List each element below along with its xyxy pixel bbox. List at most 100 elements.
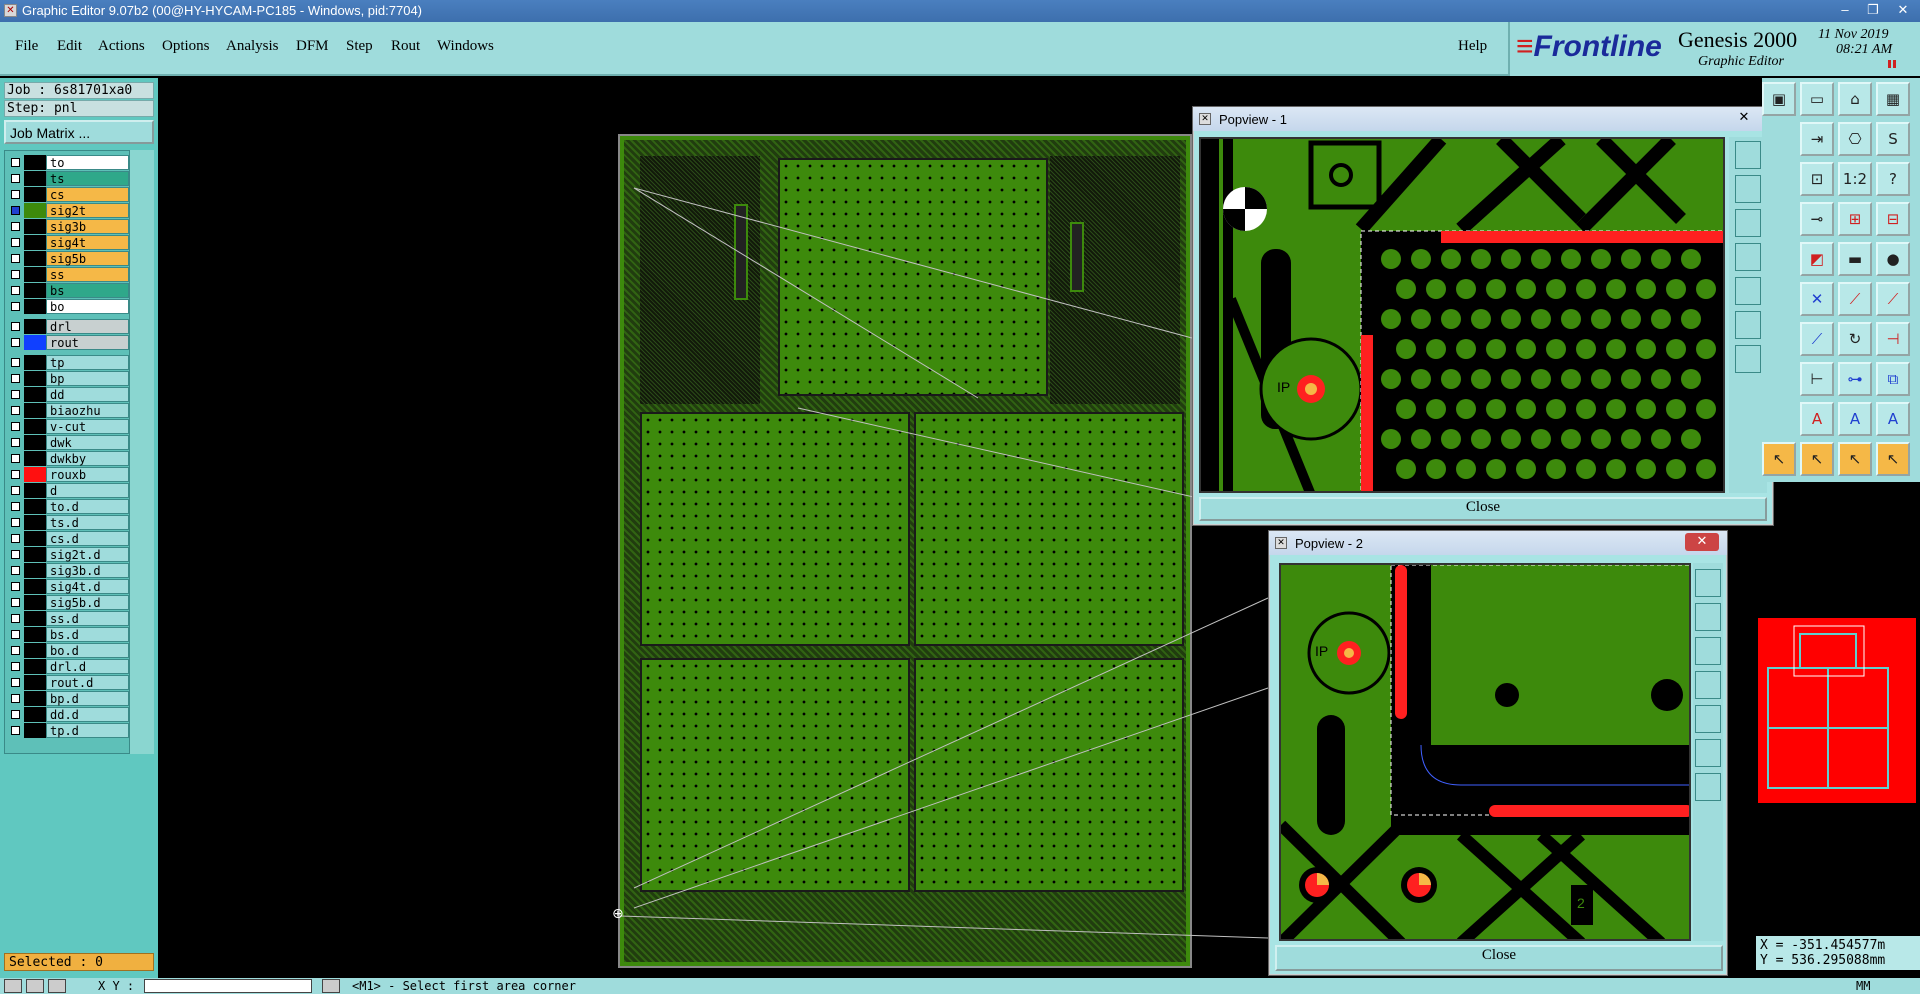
tool-cross-icon[interactable]: ✕ [1800, 282, 1834, 316]
layer-row-bo.d[interactable]: bo.d [7, 643, 129, 658]
layer-color-swatch[interactable] [24, 187, 46, 202]
layer-name[interactable]: sig5b [46, 251, 129, 266]
menu-edit[interactable]: Edit [57, 38, 82, 55]
layer-color-swatch[interactable] [24, 299, 46, 314]
popview-1-view[interactable]: IP [1199, 137, 1725, 493]
layer-color-swatch[interactable] [24, 319, 46, 334]
layer-name[interactable]: v-cut [46, 419, 129, 434]
pv1-zoom-fit-icon[interactable] [1735, 141, 1761, 169]
layer-checkbox[interactable] [11, 518, 20, 527]
status-tool-1-icon[interactable] [4, 979, 22, 993]
layer-checkbox[interactable] [11, 302, 20, 311]
layer-color-swatch[interactable] [24, 355, 46, 370]
pv1-pan-down-icon[interactable] [1735, 209, 1761, 237]
layer-color-swatch[interactable] [24, 419, 46, 434]
menu-file[interactable]: File [15, 38, 38, 55]
layer-checkbox[interactable] [11, 678, 20, 687]
layer-checkbox[interactable] [11, 726, 20, 735]
layer-name[interactable]: bo [46, 299, 129, 314]
layer-name[interactable]: rouxb [46, 467, 129, 482]
layer-checkbox[interactable] [11, 502, 20, 511]
layer-name[interactable]: dd.d [46, 707, 129, 722]
layer-checkbox[interactable] [11, 390, 20, 399]
layer-checkbox[interactable] [11, 454, 20, 463]
pv1-pan-right-icon[interactable] [1735, 277, 1761, 305]
layer-checkbox[interactable] [11, 582, 20, 591]
layer-checkbox[interactable] [11, 630, 20, 639]
status-tool-3-icon[interactable] [48, 979, 66, 993]
close-window-button[interactable]: ✕ [1890, 1, 1916, 19]
pv1-pan-left-icon[interactable] [1735, 243, 1761, 271]
layer-color-swatch[interactable] [24, 531, 46, 546]
tool-pick-icon[interactable]: ↖ [1838, 442, 1872, 476]
layer-name[interactable]: sig2t.d [46, 547, 129, 562]
layer-color-swatch[interactable] [24, 235, 46, 250]
layer-checkbox[interactable] [11, 206, 20, 215]
layer-color-swatch[interactable] [24, 387, 46, 402]
pv1-zoom-out-icon[interactable] [1735, 345, 1761, 373]
layer-row-ts.d[interactable]: ts.d [7, 515, 129, 530]
layer-checkbox[interactable] [11, 470, 20, 479]
tool-help-icon[interactable]: ? [1876, 162, 1910, 196]
layer-row-sig4t[interactable]: sig4t [7, 235, 129, 250]
layer-checkbox[interactable] [11, 694, 20, 703]
layer-scrollbar[interactable] [130, 150, 154, 754]
layer-row-sig3b.d[interactable]: sig3b.d [7, 563, 129, 578]
layer-name[interactable]: tp.d [46, 723, 129, 738]
layer-color-swatch[interactable] [24, 659, 46, 674]
layer-color-swatch[interactable] [24, 563, 46, 578]
layer-name[interactable]: bs.d [46, 627, 129, 642]
layer-checkbox[interactable] [11, 534, 20, 543]
layer-color-swatch[interactable] [24, 267, 46, 282]
layer-checkbox[interactable] [11, 286, 20, 295]
tool-line-move-icon[interactable]: ⟋ [1876, 282, 1910, 316]
layer-checkbox[interactable] [11, 406, 20, 415]
layer-row-rout.d[interactable]: rout.d [7, 675, 129, 690]
tool-pad-icon[interactable]: ● [1876, 242, 1910, 276]
layer-name[interactable]: dd [46, 387, 129, 402]
layer-checkbox[interactable] [11, 322, 20, 331]
layer-color-swatch[interactable] [24, 435, 46, 450]
layer-name[interactable]: ts.d [46, 515, 129, 530]
tool-highlight-icon[interactable]: ◩ [1800, 242, 1834, 276]
tool-line-icon[interactable]: ⟋ [1800, 322, 1834, 356]
tool-segment-icon[interactable]: ⊢ [1800, 362, 1834, 396]
layer-name[interactable]: sig4t.d [46, 579, 129, 594]
layer-row-rout[interactable]: rout [7, 335, 129, 350]
layer-name[interactable]: bo.d [46, 643, 129, 658]
tool-pick-multi-icon[interactable]: ↖ [1876, 442, 1910, 476]
layer-row-ss[interactable]: ss [7, 267, 129, 282]
menu-rout[interactable]: Rout [391, 38, 420, 55]
pv2-zoom-out-icon[interactable] [1695, 773, 1721, 801]
layer-name[interactable]: ss.d [46, 611, 129, 626]
layer-row-bo[interactable]: bo [7, 299, 129, 314]
layer-color-swatch[interactable] [24, 219, 46, 234]
layer-name[interactable]: bp.d [46, 691, 129, 706]
xy-input[interactable] [144, 979, 312, 993]
layer-color-swatch[interactable] [24, 707, 46, 722]
tool-fit-icon[interactable]: ⊡ [1800, 162, 1834, 196]
layer-checkbox[interactable] [11, 662, 20, 671]
layer-color-swatch[interactable] [24, 675, 46, 690]
pv2-zoom-in-icon[interactable] [1695, 739, 1721, 767]
job-matrix-button[interactable]: Job Matrix ... [4, 120, 154, 144]
tool-connect-icon[interactable]: ⊶ [1838, 362, 1872, 396]
layer-checkbox[interactable] [11, 566, 20, 575]
tool-ruler-icon[interactable]: ▬ [1838, 242, 1872, 276]
layer-name[interactable]: bp [46, 371, 129, 386]
menu-help[interactable]: Help [1458, 38, 1487, 55]
layer-color-swatch[interactable] [24, 611, 46, 626]
status-tool-2-icon[interactable] [26, 979, 44, 993]
layer-name[interactable]: rout.d [46, 675, 129, 690]
layer-color-swatch[interactable] [24, 451, 46, 466]
layer-name[interactable]: dwk [46, 435, 129, 450]
popview-1-close-icon[interactable]: ✕ [1727, 109, 1761, 127]
layer-row-bp[interactable]: bp [7, 371, 129, 386]
layer-name[interactable]: sig3b [46, 219, 129, 234]
layer-row-bp.d[interactable]: bp.d [7, 691, 129, 706]
minimize-button[interactable]: – [1832, 1, 1858, 19]
tool-net-icon[interactable]: ⊞ [1838, 202, 1872, 236]
layer-row-sig5b.d[interactable]: sig5b.d [7, 595, 129, 610]
layer-color-swatch[interactable] [24, 483, 46, 498]
layer-name[interactable]: to.d [46, 499, 129, 514]
